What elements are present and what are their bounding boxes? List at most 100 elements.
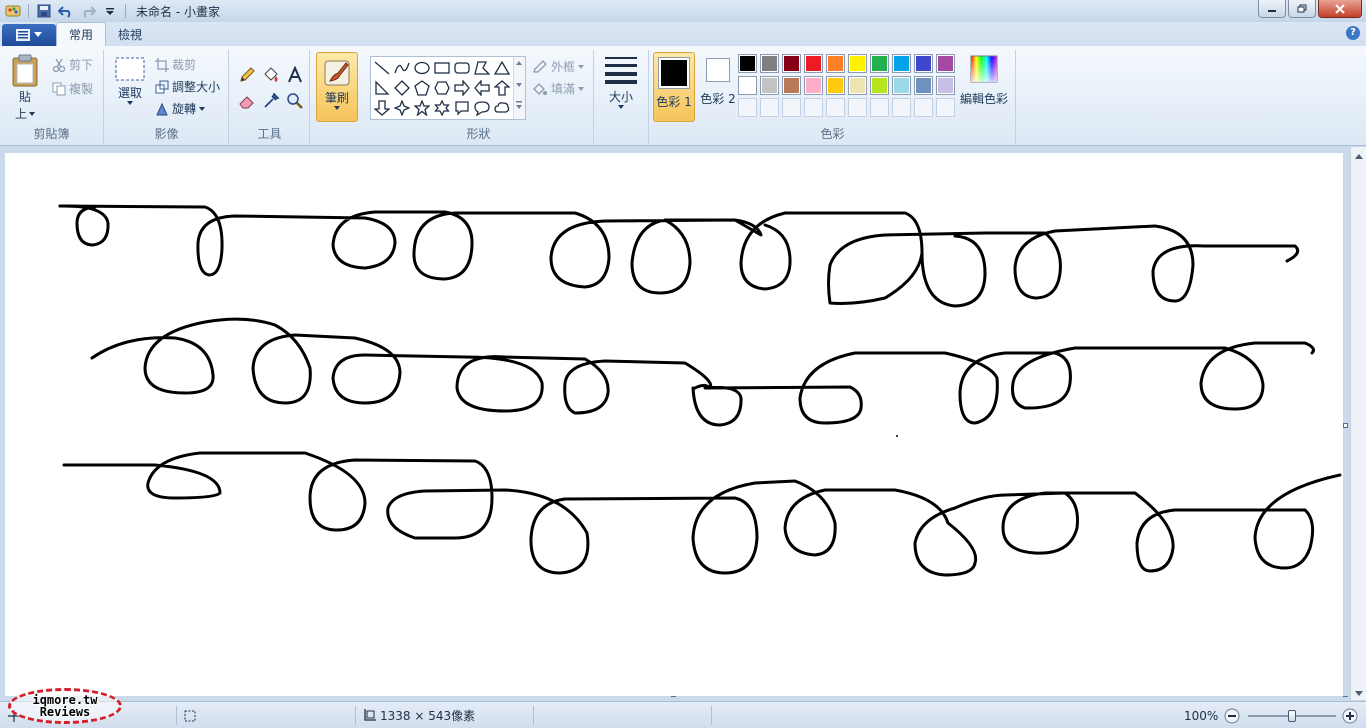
vertical-scrollbar[interactable] [1350, 147, 1366, 700]
six-point-star-shape[interactable] [433, 99, 451, 117]
rectangle-shape[interactable] [433, 59, 451, 77]
line-shape[interactable] [373, 59, 391, 77]
palette-swatch[interactable] [826, 54, 845, 73]
palette-swatch[interactable] [936, 76, 955, 95]
four-point-star-shape[interactable] [393, 99, 411, 117]
close-button[interactable] [1318, 0, 1362, 18]
select-button[interactable]: 選取 [113, 56, 147, 105]
maximize-button[interactable] [1288, 0, 1316, 18]
rounded-rectangle-icon [454, 62, 470, 74]
zoom-slider-thumb[interactable] [1288, 709, 1296, 722]
pencil-tool[interactable] [236, 64, 258, 86]
palette-swatch[interactable] [760, 76, 779, 95]
rotate-button[interactable]: 旋轉 [155, 100, 206, 117]
color-picker-tool[interactable] [260, 90, 282, 112]
clipboard-group: 貼 上 剪下 複製 剪貼簿 [0, 50, 104, 144]
magnifier-tool[interactable] [284, 90, 306, 112]
fill-tool[interactable] [260, 64, 282, 86]
palette-swatch[interactable] [760, 54, 779, 73]
palette-swatch[interactable] [738, 54, 757, 73]
canvas-resize-handle-right[interactable] [1343, 423, 1348, 428]
cloud-callout-shape[interactable] [493, 99, 511, 117]
outline-button[interactable]: 外框 [532, 58, 585, 75]
right-arrow-shape[interactable] [453, 79, 471, 97]
polygon-shape[interactable] [473, 59, 491, 77]
palette-swatch[interactable] [936, 54, 955, 73]
palette-swatch[interactable] [914, 98, 933, 117]
palette-swatch[interactable] [848, 98, 867, 117]
palette-swatch[interactable] [892, 98, 911, 117]
oval-shape[interactable] [413, 59, 431, 77]
palette-swatch[interactable] [892, 76, 911, 95]
image-group-label: 影像 [154, 127, 179, 141]
minimize-button[interactable] [1258, 0, 1286, 18]
zoom-slider[interactable] [1248, 702, 1336, 728]
palette-swatch[interactable] [826, 98, 845, 117]
palette-swatch[interactable] [738, 98, 757, 117]
palette-swatch[interactable] [760, 98, 779, 117]
palette-swatch[interactable] [782, 54, 801, 73]
tab-view[interactable]: 檢視 [106, 22, 154, 46]
size-button[interactable]: 大小 [598, 54, 644, 109]
paste-button[interactable]: 貼 上 [8, 54, 42, 122]
oval-callout-shape[interactable] [473, 99, 491, 117]
palette-swatch[interactable] [914, 76, 933, 95]
palette-swatch[interactable] [914, 54, 933, 73]
cut-button[interactable]: 剪下 [52, 56, 93, 73]
rounded-rectangle-shape[interactable] [453, 59, 471, 77]
palette-swatch[interactable] [848, 54, 867, 73]
palette-swatch[interactable] [738, 76, 757, 95]
tab-home[interactable]: 常用 [56, 22, 107, 46]
color1-label: 色彩 1 [656, 95, 692, 109]
customize-qat-icon[interactable] [101, 2, 119, 20]
palette-swatch[interactable] [804, 76, 823, 95]
app-menu-button[interactable] [2, 24, 56, 46]
color-wheel-icon [970, 55, 998, 83]
help-icon[interactable]: ? [1346, 26, 1360, 40]
zoom-out-button[interactable] [1224, 702, 1240, 728]
curve-shape[interactable] [393, 59, 411, 77]
palette-swatch-color [872, 78, 887, 93]
palette-swatch[interactable] [870, 98, 889, 117]
palette-swatch[interactable] [782, 98, 801, 117]
hexagon-shape[interactable] [433, 79, 451, 97]
diamond-shape[interactable] [393, 79, 411, 97]
save-icon[interactable] [35, 2, 53, 20]
brushes-button[interactable]: 筆刷 [316, 52, 358, 122]
palette-swatch[interactable] [826, 76, 845, 95]
palette-swatch[interactable] [936, 98, 955, 117]
right-triangle-shape[interactable] [373, 79, 391, 97]
palette-swatch[interactable] [804, 54, 823, 73]
color2-button[interactable]: 色彩 2 [698, 58, 738, 107]
zoom-in-button[interactable] [1342, 702, 1358, 728]
pentagon-shape[interactable] [413, 79, 431, 97]
shapes-gallery-scroll[interactable] [513, 57, 525, 119]
up-arrow-shape[interactable] [493, 79, 511, 97]
color1-button[interactable]: 色彩 1 [653, 52, 695, 122]
ribbon: 貼 上 剪下 複製 剪貼簿 選取 裁剪 調整大小 旋轉 影像 工具 筆刷 外框 … [0, 46, 1366, 146]
down-arrow-shape[interactable] [373, 99, 391, 117]
palette-swatch[interactable] [892, 54, 911, 73]
redo-icon[interactable] [79, 2, 97, 20]
palette-swatch[interactable] [782, 76, 801, 95]
drawing-canvas[interactable] [5, 153, 1343, 696]
select-rectangle-icon [115, 57, 145, 81]
eraser-tool[interactable] [236, 90, 258, 112]
rounded-callout-shape[interactable] [453, 99, 471, 117]
palette-swatch[interactable] [848, 76, 867, 95]
edit-colors-button[interactable]: 編輯色彩 [958, 54, 1010, 107]
palette-swatch-color [740, 78, 755, 93]
text-tool[interactable] [284, 64, 306, 86]
undo-icon[interactable] [57, 2, 75, 20]
fill-button[interactable]: 填滿 [532, 80, 585, 97]
palette-swatch[interactable] [804, 98, 823, 117]
palette-swatch[interactable] [870, 76, 889, 95]
left-arrow-shape[interactable] [473, 79, 491, 97]
resize-button[interactable]: 調整大小 [155, 78, 220, 95]
five-point-star-shape[interactable] [413, 99, 431, 117]
copy-button[interactable]: 複製 [52, 80, 93, 97]
window-controls [1258, 0, 1362, 18]
palette-swatch[interactable] [870, 54, 889, 73]
triangle-shape[interactable] [493, 59, 511, 77]
crop-button[interactable]: 裁剪 [155, 56, 196, 73]
